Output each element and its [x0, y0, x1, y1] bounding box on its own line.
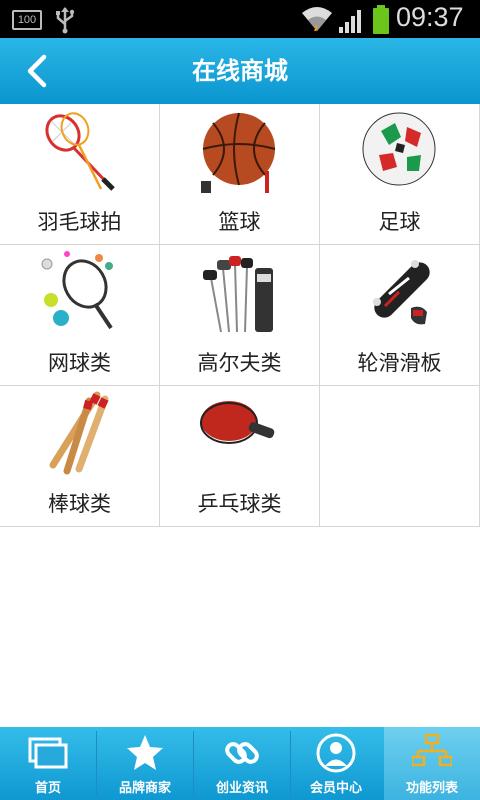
member-icon	[316, 733, 356, 773]
category-label: 乒乓球类	[197, 492, 282, 516]
skateboard-icon	[373, 260, 430, 325]
category-label: 高尔夫类	[197, 351, 282, 375]
bottom-tab-bar: 首页 品牌商家 创业资讯 会员中心 功能列表	[0, 727, 480, 800]
category-tennis[interactable]: 网球类	[0, 245, 160, 386]
category-label: 网球类	[48, 351, 111, 375]
app-header: 在线商城	[0, 38, 480, 104]
category-basketball[interactable]: 篮球	[160, 104, 320, 245]
clock: 09:37	[396, 2, 464, 32]
badminton-racket-icon	[45, 112, 115, 191]
category-pingpong[interactable]: 乒乓球类	[160, 386, 320, 527]
category-baseball[interactable]: 棒球类	[0, 386, 160, 527]
category-skateboard[interactable]: 轮滑滑板	[320, 245, 480, 386]
page-title: 在线商城	[192, 57, 288, 85]
battery-charging-icon	[373, 5, 389, 34]
golf-clubs-icon	[203, 256, 273, 333]
category-label: 羽毛球拍	[37, 210, 122, 234]
baseball-bat-icon	[49, 391, 109, 475]
category-empty-cell	[320, 386, 480, 527]
category-label: 棒球类	[48, 492, 111, 516]
tab-function-list[interactable]: 功能列表	[384, 727, 480, 800]
soccer-ball-icon	[362, 112, 436, 186]
tab-label: 品牌商家	[118, 781, 171, 796]
tab-label: 功能列表	[405, 781, 458, 796]
category-soccer[interactable]: 足球	[320, 104, 480, 245]
tab-news[interactable]: 创业资讯	[194, 727, 290, 800]
category-badminton[interactable]: 羽毛球拍	[0, 104, 160, 245]
signal-icon	[339, 10, 361, 33]
basketball-icon	[201, 112, 276, 193]
link-icon	[225, 742, 259, 764]
tab-label: 会员中心	[309, 781, 362, 796]
category-label: 足球	[378, 210, 421, 234]
status-bar: 100 09:37	[0, 0, 480, 38]
home-icon	[28, 737, 68, 769]
wifi-icon	[302, 7, 332, 31]
category-label: 篮球	[218, 210, 261, 234]
category-golf[interactable]: 高尔夫类	[160, 245, 320, 386]
tab-member[interactable]: 会员中心	[288, 727, 384, 800]
star-icon	[127, 735, 163, 770]
tennis-icon	[41, 251, 113, 330]
usb-icon	[56, 7, 75, 34]
tab-label: 创业资讯	[215, 781, 268, 796]
battery-100-icon: 100	[12, 10, 42, 30]
category-label: 轮滑滑板	[357, 351, 442, 375]
tab-brands[interactable]: 品牌商家	[97, 727, 193, 800]
sitemap-icon	[412, 733, 452, 767]
tab-home[interactable]: 首页	[0, 727, 96, 800]
ping-pong-paddle-icon	[200, 401, 275, 444]
tab-label: 首页	[34, 781, 61, 796]
